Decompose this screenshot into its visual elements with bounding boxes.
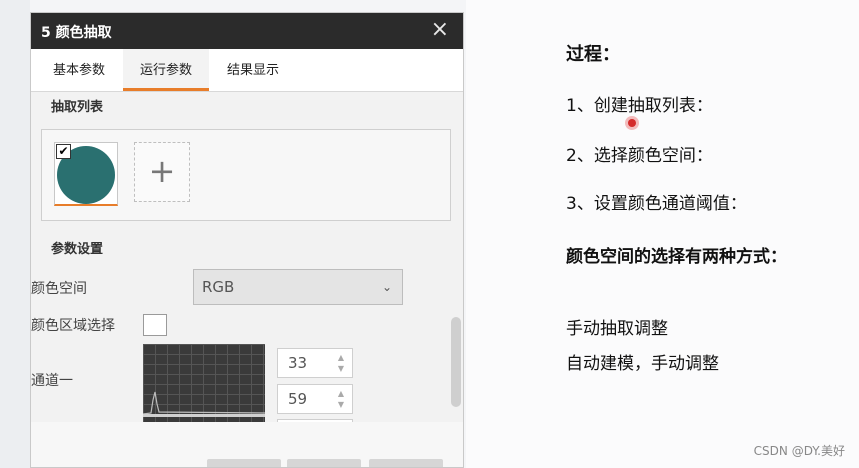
add-extract-button[interactable]: + <box>134 142 190 202</box>
color-extract-dialog: 5 颜色抽取 × 基本参数 运行参数 结果显示 抽取列表 ✔ + 参数设置 颜色… <box>30 12 464 468</box>
channel1-histogram[interactable] <box>143 344 265 422</box>
channel1-min-value: 33 <box>288 354 308 372</box>
note-step-1: 1、创建抽取列表： <box>566 96 713 116</box>
channel1-label: 通道一 <box>31 373 73 389</box>
note-step-3: 3、设置颜色通道阈值： <box>566 194 747 214</box>
dialog-titlebar: 5 颜色抽取 × <box>31 13 463 49</box>
color-space-select[interactable]: RGB ⌄ <box>193 269 403 305</box>
dialog-footer <box>31 422 463 467</box>
extract-list-box: ✔ + <box>41 129 451 221</box>
extract-list-heading: 抽取列表 <box>51 100 104 115</box>
panel-scrollbar[interactable] <box>451 317 461 407</box>
histogram-curve <box>143 391 265 415</box>
params-heading: 参数设置 <box>51 242 104 257</box>
histogram-threshold-band[interactable] <box>143 414 265 417</box>
region-select-label: 颜色区域选择 <box>31 318 115 334</box>
tab-basic-params[interactable]: 基本参数 <box>39 49 119 91</box>
channel1-min-stepper[interactable]: 33 ▲ ▼ <box>277 348 353 378</box>
left-background <box>0 0 30 468</box>
note-method-1: 手动抽取调整 <box>566 319 668 339</box>
stepper-arrows-icon[interactable]: ▲ ▼ <box>336 388 346 410</box>
dialog-title: 5 颜色抽取 <box>41 25 112 41</box>
note-method-2: 自动建模，手动调整 <box>566 354 719 374</box>
chevron-down-icon: ⌄ <box>381 280 392 294</box>
color-space-label: 颜色空间 <box>31 281 87 297</box>
footer-button-1[interactable] <box>207 459 281 467</box>
run-params-panel: 抽取列表 ✔ + 参数设置 颜色空间 RGB ⌄ 颜色区域选择 通道一 33 ▲… <box>31 92 463 439</box>
stepper-arrows-icon[interactable]: ▲ ▼ <box>336 352 346 374</box>
note-step-2: 2、选择颜色空间： <box>566 146 713 166</box>
close-icon[interactable]: × <box>431 18 449 42</box>
tab-bar: 基本参数 运行参数 结果显示 <box>31 49 463 92</box>
extract-item-thumbnail[interactable]: ✔ <box>54 142 118 206</box>
channel1-max-stepper[interactable]: 59 ▲ ▼ <box>277 384 353 414</box>
tab-result-display[interactable]: 结果显示 <box>213 49 293 91</box>
note-bold-line: 颜色空间的选择有两种方式： <box>566 247 787 267</box>
tab-run-params[interactable]: 运行参数 <box>123 49 209 91</box>
watermark: CSDN @DY.美好 <box>753 444 845 458</box>
notes-title: 过程： <box>566 44 620 65</box>
extract-item-checkbox[interactable]: ✔ <box>56 144 71 159</box>
footer-button-2[interactable] <box>287 459 361 467</box>
region-select-checkbox[interactable] <box>143 314 167 336</box>
channel1-max-value: 59 <box>288 390 308 408</box>
footer-button-3[interactable] <box>369 459 443 467</box>
color-space-value: RGB <box>202 278 235 296</box>
notes-background <box>466 0 859 468</box>
pointer-cursor-icon <box>628 119 636 127</box>
